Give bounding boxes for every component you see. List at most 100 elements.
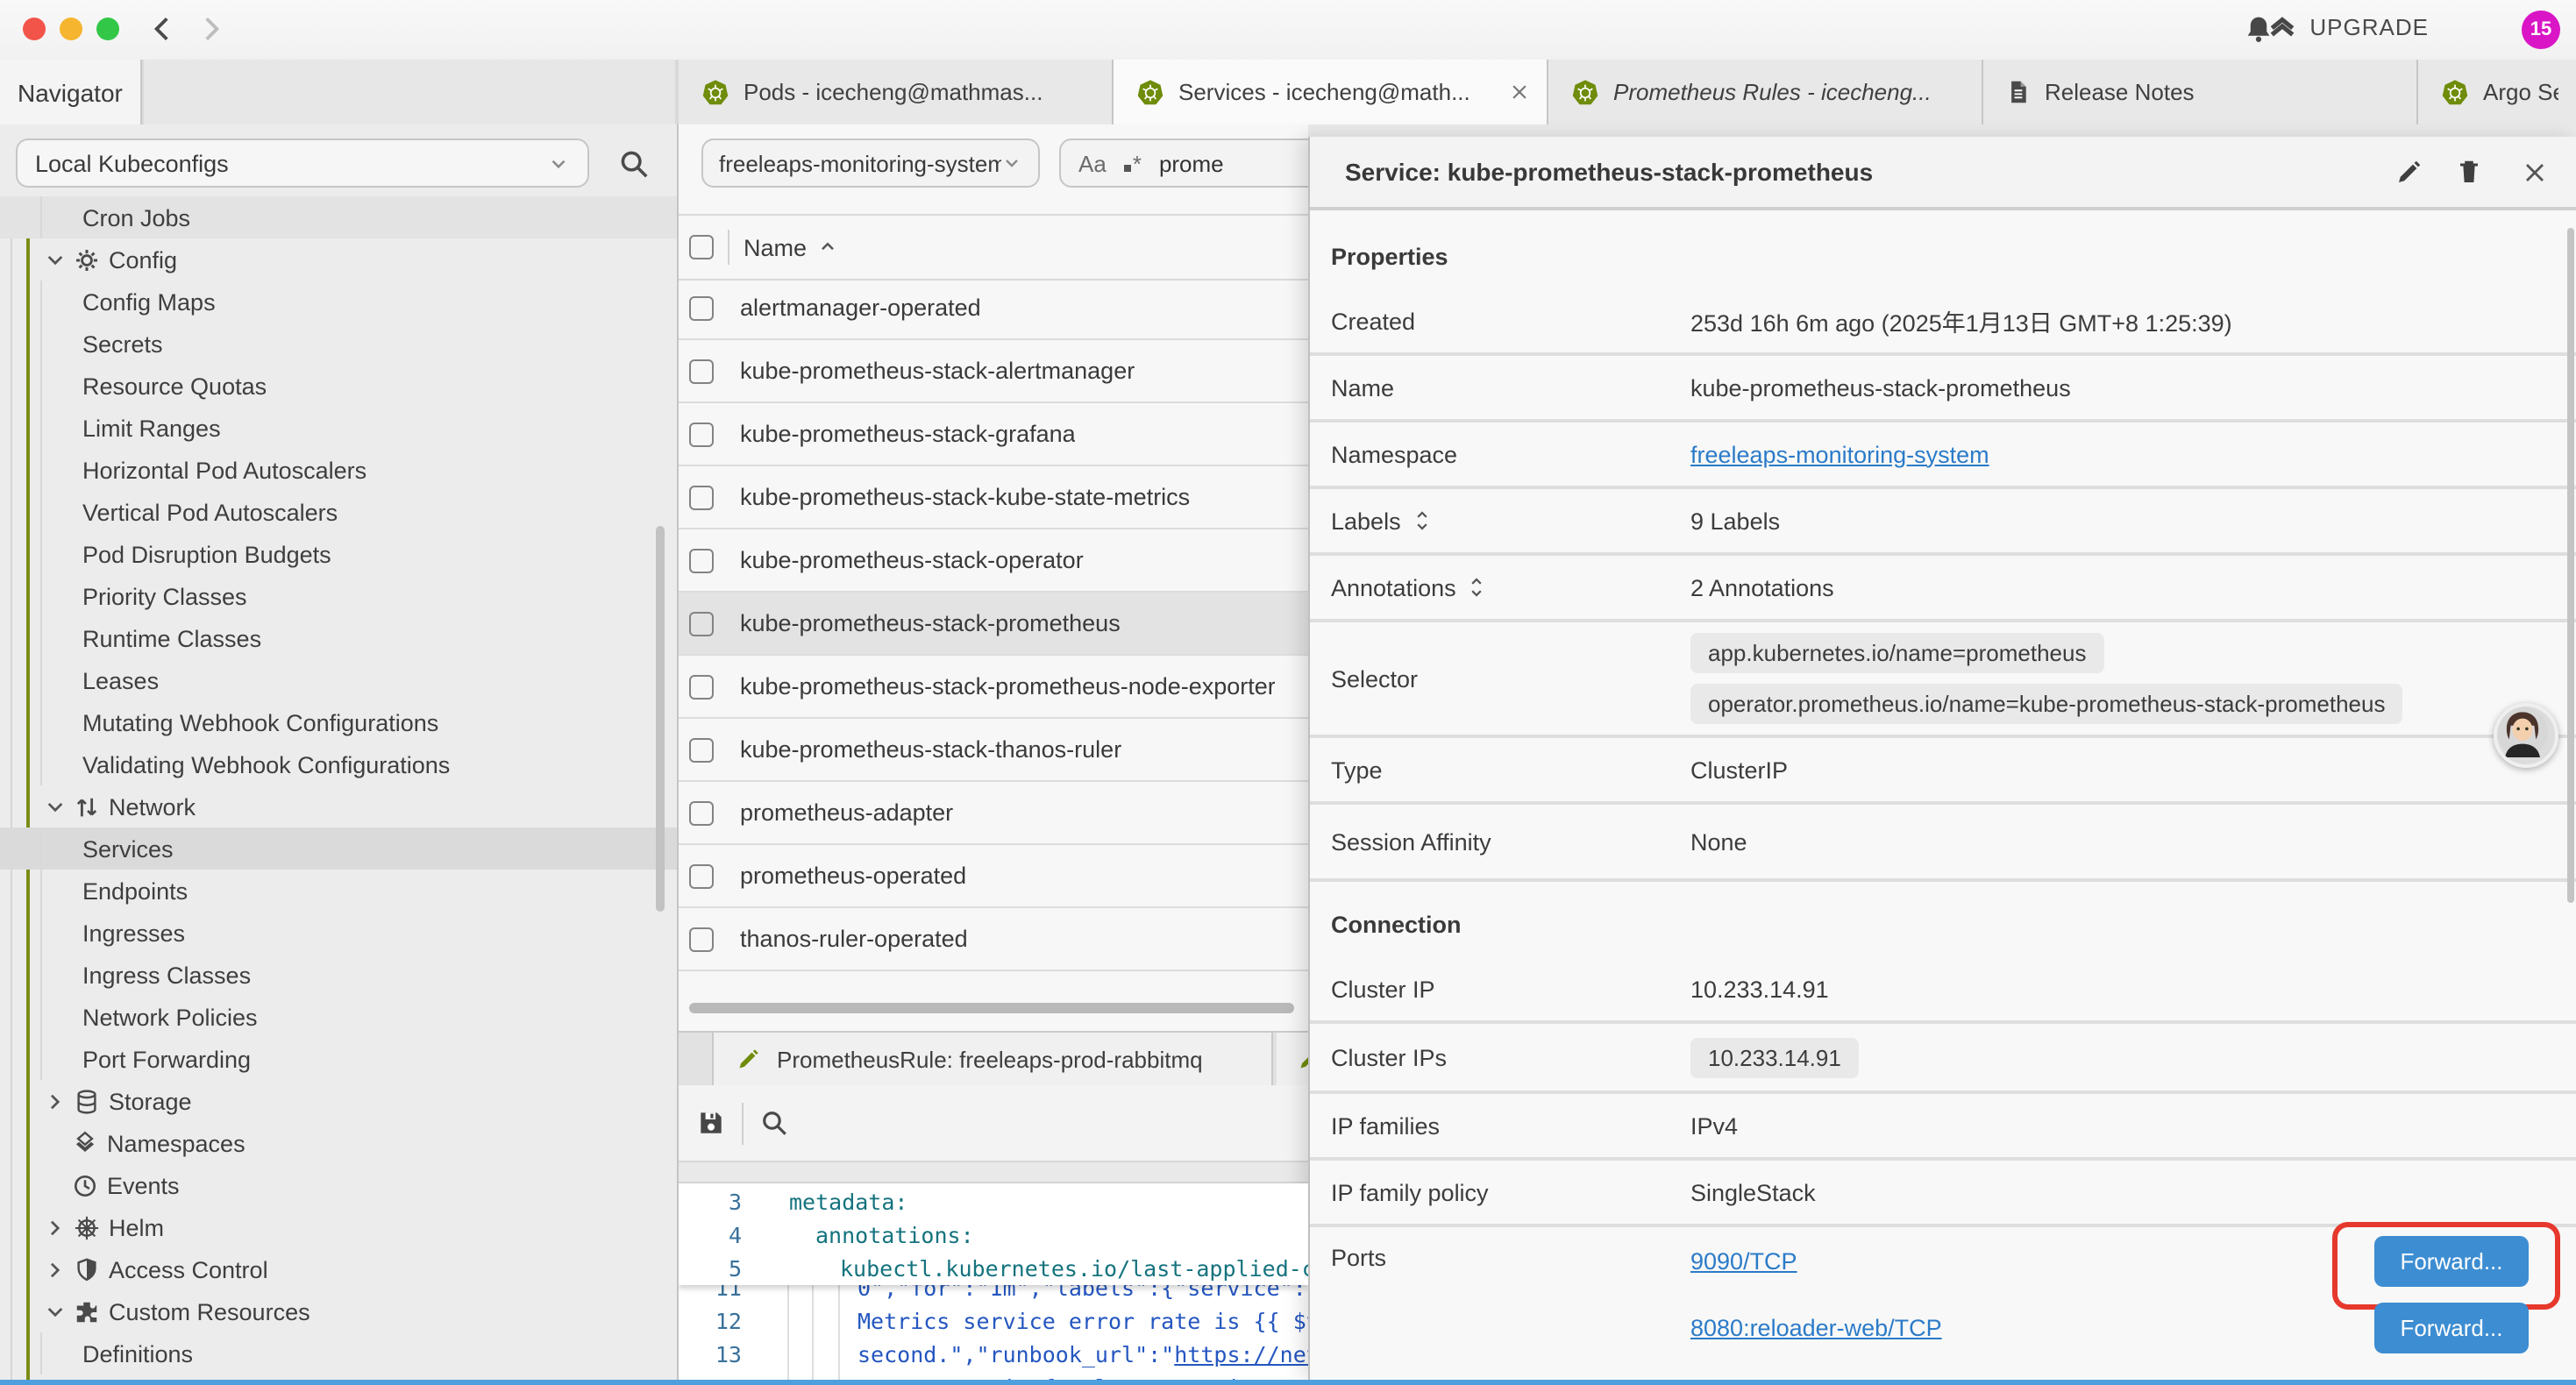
sidebar-item-events[interactable]: Events <box>0 1164 677 1206</box>
sidebar-item-endpoints[interactable]: Endpoints <box>0 870 677 912</box>
tab-pods-icecheng-mathmas[interactable]: Pods - icecheng@mathmas... <box>679 60 1114 124</box>
tab-prometheus-rules-icecheng[interactable]: Prometheus Rules - icecheng... <box>1548 60 1983 124</box>
avatar[interactable] <box>2494 703 2558 768</box>
forward-arrow-icon[interactable] <box>196 14 226 44</box>
row-checkbox[interactable] <box>689 927 714 951</box>
search-input[interactable]: Aa * prome <box>1059 138 1308 188</box>
row-checkbox[interactable] <box>689 800 714 825</box>
expand-sorter-icon[interactable] <box>1412 508 1433 533</box>
yaml-editor[interactable]: 110","for":"1m","labels":{"service":"12M… <box>679 1183 1308 1380</box>
forward-button[interactable]: Forward... <box>2374 1302 2529 1353</box>
namespace-filter[interactable]: freeleaps-monitoring-system <box>701 138 1040 188</box>
sidebar-item-access-control[interactable]: Access Control <box>0 1248 677 1290</box>
port-link-8080-reloader-web-tcp[interactable]: 8080:reloader-web/TCP <box>1690 1314 1942 1340</box>
namespace-link[interactable]: freeleaps-monitoring-system <box>1690 441 1989 467</box>
table-row-kube-prometheus-stack-alertmanager[interactable]: kube-prometheus-stack-alertmanager <box>679 340 1308 403</box>
back-arrow-icon[interactable] <box>147 14 177 44</box>
table-row-prometheus-operated[interactable]: prometheus-operated <box>679 845 1308 908</box>
maximize-window-button[interactable] <box>96 18 119 40</box>
table-row-kube-prometheus-stack-thanos-ruler[interactable]: kube-prometheus-stack-thanos-ruler <box>679 719 1308 782</box>
expand-sorter-icon[interactable] <box>1467 575 1488 600</box>
search-icon[interactable] <box>617 147 651 181</box>
match-case-toggle[interactable]: Aa <box>1078 150 1107 176</box>
close-window-button[interactable] <box>23 18 46 40</box>
sidebar-item-custom-resources[interactable]: Custom Resources <box>0 1290 677 1332</box>
regex-toggle[interactable]: * <box>1124 150 1142 176</box>
name-column-header[interactable]: Name <box>744 234 807 260</box>
sidebar-item-priority-classes[interactable]: Priority Classes <box>0 575 677 617</box>
table-row-kube-prometheus-stack-grafana[interactable]: kube-prometheus-stack-grafana <box>679 403 1308 466</box>
detail-panel-scrollbar[interactable] <box>2567 228 2574 903</box>
sidebar-item-secrets[interactable]: Secrets <box>0 323 677 365</box>
sidebar-item-config[interactable]: Config <box>0 238 677 281</box>
window-bottom-accent <box>0 1380 2576 1385</box>
row-checkbox[interactable] <box>689 611 714 636</box>
tab-services-icecheng-math[interactable]: Services - icecheng@math... <box>1114 60 1548 124</box>
sidebar-item-vertical-pod-autoscalers[interactable]: Vertical Pod Autoscalers <box>0 491 677 533</box>
sidebar-item-cron-jobs[interactable]: Cron Jobs <box>0 196 677 238</box>
navigator-tab[interactable]: Navigator <box>0 60 142 124</box>
chevron-down-icon[interactable] <box>42 248 68 271</box>
upgrade-button[interactable]: UPGRADE <box>2267 12 2429 42</box>
search-icon[interactable] <box>759 1108 789 1138</box>
sidebar-item-ingresses[interactable]: Ingresses <box>0 912 677 954</box>
tab-argo-se[interactable]: Argo Se <box>2418 60 2576 124</box>
close-icon[interactable] <box>2522 159 2548 185</box>
sidebar-item-limit-ranges[interactable]: Limit Ranges <box>0 407 677 449</box>
row-checkbox[interactable] <box>689 548 714 572</box>
chevron-right-icon[interactable] <box>42 1216 68 1239</box>
sidebar-item-horizontal-pod-autoscalers[interactable]: Horizontal Pod Autoscalers <box>0 449 677 491</box>
sidebar-item-services[interactable]: Services <box>0 827 677 870</box>
editor-tab-prometheusrule[interactable]: PrometheusRule: freeleaps-prod-rabbitmq <box>712 1033 1273 1085</box>
row-checkbox[interactable] <box>689 359 714 383</box>
row-checkbox[interactable] <box>689 422 714 446</box>
save-icon[interactable] <box>696 1108 726 1138</box>
sidebar-item-namespaces[interactable]: Namespaces <box>0 1122 677 1164</box>
sidebar-scrollbar[interactable] <box>656 526 665 912</box>
table-row-kube-prometheus-stack-kube-state-metrics[interactable]: kube-prometheus-stack-kube-state-metrics <box>679 466 1308 529</box>
sidebar-item-port-forwarding[interactable]: Port Forwarding <box>0 1038 677 1080</box>
sort-ascending-icon[interactable] <box>817 237 838 258</box>
table-row-thanos-ruler-operated[interactable]: thanos-ruler-operated <box>679 908 1308 971</box>
notification-count-badge[interactable]: 15 <box>2522 11 2560 49</box>
delete-icon[interactable] <box>2455 158 2483 186</box>
sidebar-item-mutating-webhook-configurations[interactable]: Mutating Webhook Configurations <box>0 701 677 743</box>
forward-button[interactable]: Forward... <box>2374 1235 2529 1286</box>
sidebar-item-validating-webhook-configurations[interactable]: Validating Webhook Configurations <box>0 743 677 785</box>
table-row-kube-prometheus-stack-prometheus-node-ex[interactable]: kube-prometheus-stack-prometheus-node-ex… <box>679 656 1308 719</box>
sidebar-item-network-policies[interactable]: Network Policies <box>0 996 677 1038</box>
sidebar-item-leases[interactable]: Leases <box>0 659 677 701</box>
kubeconfig-selector[interactable]: Local Kubeconfigs <box>16 138 589 188</box>
line-number: 5 <box>679 1255 742 1282</box>
minimize-window-button[interactable] <box>60 18 82 40</box>
table-row-prometheus-adapter[interactable]: prometheus-adapter <box>679 782 1308 845</box>
table-row-alertmanager-operated[interactable]: alertmanager-operated <box>679 277 1308 340</box>
select-all-checkbox[interactable] <box>689 235 714 259</box>
sidebar-item-definitions[interactable]: Definitions <box>0 1332 677 1374</box>
row-checkbox[interactable] <box>689 674 714 699</box>
row-checkbox[interactable] <box>689 295 714 320</box>
row-checkbox[interactable] <box>689 737 714 762</box>
sidebar-item-storage[interactable]: Storage <box>0 1080 677 1122</box>
port-link-9090-tcp[interactable]: 9090/TCP <box>1690 1247 1797 1274</box>
close-tab-icon[interactable] <box>1510 82 1529 102</box>
sidebar-item-helm[interactable]: Helm <box>0 1206 677 1248</box>
table-row-kube-prometheus-stack-operator[interactable]: kube-prometheus-stack-operator <box>679 529 1308 593</box>
table-row-kube-prometheus-stack-prometheus[interactable]: kube-prometheus-stack-prometheus <box>679 593 1308 656</box>
sidebar-item-network[interactable]: Network <box>0 785 677 827</box>
row-checkbox[interactable] <box>689 485 714 509</box>
chevron-down-icon[interactable] <box>42 795 68 818</box>
chevron-down-icon[interactable] <box>42 1300 68 1323</box>
sidebar-item-runtime-classes[interactable]: Runtime Classes <box>0 617 677 659</box>
list-horizontal-scrollbar[interactable] <box>689 1003 1294 1013</box>
chevron-right-icon[interactable] <box>42 1090 68 1112</box>
sidebar-item-resource-quotas[interactable]: Resource Quotas <box>0 365 677 407</box>
tab-release-notes[interactable]: Release Notes <box>1983 60 2418 124</box>
sidebar-item-ingress-classes[interactable]: Ingress Classes <box>0 954 677 996</box>
edit-icon[interactable] <box>2395 158 2423 186</box>
sidebar-item-pod-disruption-budgets[interactable]: Pod Disruption Budgets <box>0 533 677 575</box>
sidebar-item-config-maps[interactable]: Config Maps <box>0 281 677 323</box>
chevron-right-icon[interactable] <box>42 1258 68 1281</box>
editor-tab-next[interactable] <box>1277 1033 1308 1085</box>
row-checkbox[interactable] <box>689 863 714 888</box>
